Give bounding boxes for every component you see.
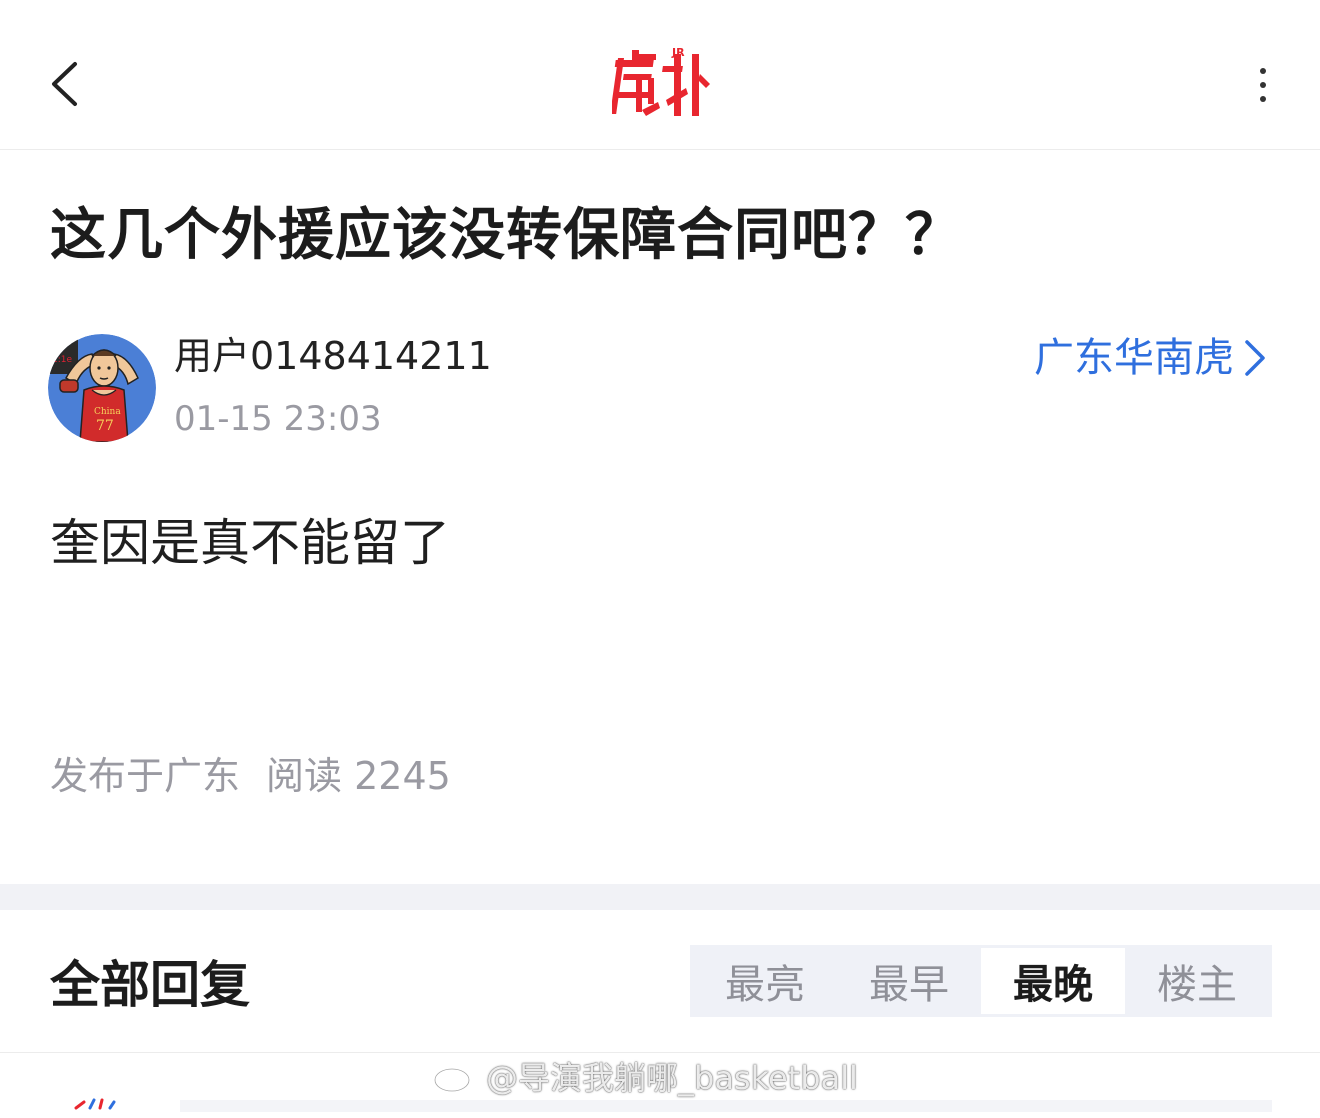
more-dot <box>1260 82 1266 88</box>
post-title: 这几个外援应该没转保障合同吧？？ <box>50 203 962 268</box>
svg-text:JR: JR <box>671 46 685 59</box>
replies-title: 全部回复 <box>50 956 250 1014</box>
author-name[interactable]: 用户0148414211 <box>174 330 492 382</box>
more-dots-icon <box>1260 68 1266 74</box>
svg-text:1:1e: 1:1e <box>52 355 72 365</box>
sort-tab-op-only[interactable]: 楼主 <box>1125 948 1269 1014</box>
chevron-right-icon <box>1245 340 1265 376</box>
board-name: 广东华南虎 <box>1034 335 1234 381</box>
sort-tab-latest[interactable]: 最晚 <box>981 948 1125 1014</box>
weibo-watermark: @导演我躺哪_basketball <box>432 1052 858 1100</box>
watermark-text: @导演我躺哪_basketball <box>486 1059 858 1097</box>
hupu-logo: JR <box>610 44 712 124</box>
reply-avatar-partial <box>74 1098 116 1110</box>
svg-text:China: China <box>94 407 121 417</box>
section-divider <box>0 884 1320 910</box>
sort-tab-earliest[interactable]: 最早 <box>837 948 981 1014</box>
post-body: 奎因是真不能留了 <box>50 514 450 572</box>
post-time: 01-15 23:03 <box>174 399 382 439</box>
more-options-button[interactable] <box>1238 58 1288 112</box>
weibo-icon <box>433 1058 478 1093</box>
chevron-left-icon <box>52 62 77 106</box>
board-link[interactable]: 广东华南虎 <box>1034 330 1266 386</box>
reply-preview-placeholder <box>180 1100 1272 1112</box>
svg-text:77: 77 <box>96 418 114 434</box>
post-read-count: 阅读 2245 <box>266 754 451 798</box>
post-location: 发布于广东 <box>50 754 241 798</box>
author-avatar[interactable]: 04 1:1e China 77 <box>48 334 156 442</box>
top-navigation-bar: JR <box>0 0 1320 150</box>
svg-text:04: 04 <box>52 341 64 351</box>
post-meta: 发布于广东 阅读 2245 <box>50 752 451 800</box>
more-dot <box>1260 96 1266 102</box>
back-button[interactable] <box>34 54 94 114</box>
sort-tab-brightest[interactable]: 最亮 <box>693 948 837 1014</box>
reply-sort-tabs: 最亮 最早 最晚 楼主 <box>690 945 1272 1017</box>
